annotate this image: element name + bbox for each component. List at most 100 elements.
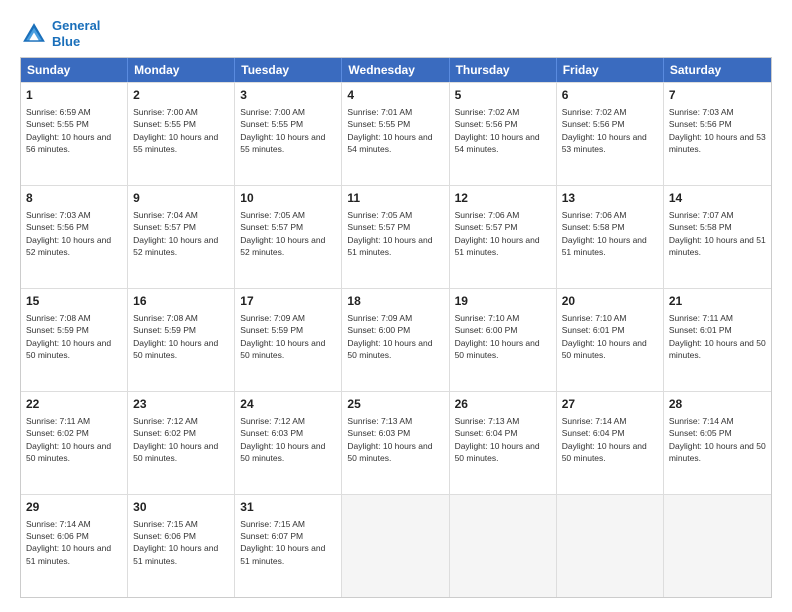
day-info: Sunrise: 7:14 AM Sunset: 6:05 PM Dayligh…	[669, 415, 766, 464]
calendar-cell: 1 Sunrise: 6:59 AM Sunset: 5:55 PM Daylig…	[21, 83, 128, 185]
day-info: Sunrise: 7:01 AM Sunset: 5:55 PM Dayligh…	[347, 106, 443, 155]
day-info: Sunrise: 7:02 AM Sunset: 5:56 PM Dayligh…	[455, 106, 551, 155]
day-number: 12	[455, 190, 551, 207]
calendar-week: 1 Sunrise: 6:59 AM Sunset: 5:55 PM Daylig…	[21, 82, 771, 185]
calendar-cell: 28Sunrise: 7:14 AM Sunset: 6:05 PM Dayli…	[664, 392, 771, 494]
day-number: 9	[133, 190, 229, 207]
calendar-cell: 6 Sunrise: 7:02 AM Sunset: 5:56 PM Daylig…	[557, 83, 664, 185]
day-info: Sunrise: 7:04 AM Sunset: 5:57 PM Dayligh…	[133, 209, 229, 258]
day-number: 18	[347, 293, 443, 310]
day-number: 7	[669, 87, 766, 104]
day-info: Sunrise: 7:13 AM Sunset: 6:03 PM Dayligh…	[347, 415, 443, 464]
calendar-cell: 3 Sunrise: 7:00 AM Sunset: 5:55 PM Daylig…	[235, 83, 342, 185]
calendar-cell: 30 Sunrise: 7:15 AM Sunset: 6:06 PM Dayli…	[128, 495, 235, 597]
calendar-cell: 19 Sunrise: 7:10 AM Sunset: 6:00 PM Dayli…	[450, 289, 557, 391]
calendar-cell: 9 Sunrise: 7:04 AM Sunset: 5:57 PM Daylig…	[128, 186, 235, 288]
calendar-cell: 12 Sunrise: 7:06 AM Sunset: 5:57 PM Dayli…	[450, 186, 557, 288]
day-number: 22	[26, 396, 122, 413]
day-number: 16	[133, 293, 229, 310]
calendar-header-day: Friday	[557, 58, 664, 82]
calendar-week: 22 Sunrise: 7:11 AM Sunset: 6:02 PM Dayli…	[21, 391, 771, 494]
day-info: Sunrise: 7:09 AM Sunset: 6:00 PM Dayligh…	[347, 312, 443, 361]
calendar-cell: 16Sunrise: 7:08 AM Sunset: 5:59 PM Dayli…	[128, 289, 235, 391]
day-number: 30	[133, 499, 229, 516]
logo-icon	[20, 20, 48, 48]
day-number: 2	[133, 87, 229, 104]
calendar-cell	[557, 495, 664, 597]
calendar-cell: 22 Sunrise: 7:11 AM Sunset: 6:02 PM Dayli…	[21, 392, 128, 494]
calendar-cell: 31Sunrise: 7:15 AM Sunset: 6:07 PM Dayli…	[235, 495, 342, 597]
calendar-cell: 14 Sunrise: 7:07 AM Sunset: 5:58 PM Dayli…	[664, 186, 771, 288]
day-number: 3	[240, 87, 336, 104]
day-info: Sunrise: 7:07 AM Sunset: 5:58 PM Dayligh…	[669, 209, 766, 258]
calendar-cell: 4 Sunrise: 7:01 AM Sunset: 5:55 PM Daylig…	[342, 83, 449, 185]
day-info: Sunrise: 7:12 AM Sunset: 6:02 PM Dayligh…	[133, 415, 229, 464]
calendar-cell: 26Sunrise: 7:13 AM Sunset: 6:04 PM Dayli…	[450, 392, 557, 494]
day-number: 21	[669, 293, 766, 310]
day-number: 19	[455, 293, 551, 310]
day-info: Sunrise: 7:14 AM Sunset: 6:04 PM Dayligh…	[562, 415, 658, 464]
day-info: Sunrise: 6:59 AM Sunset: 5:55 PM Dayligh…	[26, 106, 122, 155]
day-info: Sunrise: 7:15 AM Sunset: 6:06 PM Dayligh…	[133, 518, 229, 567]
day-info: Sunrise: 7:11 AM Sunset: 6:01 PM Dayligh…	[669, 312, 766, 361]
day-number: 15	[26, 293, 122, 310]
day-info: Sunrise: 7:05 AM Sunset: 5:57 PM Dayligh…	[240, 209, 336, 258]
day-number: 31	[240, 499, 336, 516]
calendar-header-day: Monday	[128, 58, 235, 82]
day-number: 25	[347, 396, 443, 413]
day-number: 14	[669, 190, 766, 207]
calendar-header-day: Thursday	[450, 58, 557, 82]
day-number: 17	[240, 293, 336, 310]
header: General Blue	[20, 18, 772, 49]
calendar-cell: 2 Sunrise: 7:00 AM Sunset: 5:55 PM Daylig…	[128, 83, 235, 185]
calendar-cell	[664, 495, 771, 597]
day-info: Sunrise: 7:12 AM Sunset: 6:03 PM Dayligh…	[240, 415, 336, 464]
day-number: 1	[26, 87, 122, 104]
day-info: Sunrise: 7:00 AM Sunset: 5:55 PM Dayligh…	[240, 106, 336, 155]
day-number: 20	[562, 293, 658, 310]
calendar-cell: 8 Sunrise: 7:03 AM Sunset: 5:56 PM Daylig…	[21, 186, 128, 288]
day-number: 5	[455, 87, 551, 104]
day-info: Sunrise: 7:11 AM Sunset: 6:02 PM Dayligh…	[26, 415, 122, 464]
calendar-cell: 29Sunrise: 7:14 AM Sunset: 6:06 PM Dayli…	[21, 495, 128, 597]
day-info: Sunrise: 7:06 AM Sunset: 5:58 PM Dayligh…	[562, 209, 658, 258]
day-number: 6	[562, 87, 658, 104]
calendar-header-day: Tuesday	[235, 58, 342, 82]
day-info: Sunrise: 7:03 AM Sunset: 5:56 PM Dayligh…	[669, 106, 766, 155]
calendar-cell: 10 Sunrise: 7:05 AM Sunset: 5:57 PM Dayli…	[235, 186, 342, 288]
calendar-cell	[342, 495, 449, 597]
calendar-week: 15Sunrise: 7:08 AM Sunset: 5:59 PM Dayli…	[21, 288, 771, 391]
day-info: Sunrise: 7:10 AM Sunset: 6:01 PM Dayligh…	[562, 312, 658, 361]
day-info: Sunrise: 7:02 AM Sunset: 5:56 PM Dayligh…	[562, 106, 658, 155]
day-info: Sunrise: 7:10 AM Sunset: 6:00 PM Dayligh…	[455, 312, 551, 361]
day-info: Sunrise: 7:03 AM Sunset: 5:56 PM Dayligh…	[26, 209, 122, 258]
day-info: Sunrise: 7:06 AM Sunset: 5:57 PM Dayligh…	[455, 209, 551, 258]
calendar-header-day: Wednesday	[342, 58, 449, 82]
day-number: 26	[455, 396, 551, 413]
calendar-cell: 23Sunrise: 7:12 AM Sunset: 6:02 PM Dayli…	[128, 392, 235, 494]
day-number: 8	[26, 190, 122, 207]
day-info: Sunrise: 7:14 AM Sunset: 6:06 PM Dayligh…	[26, 518, 122, 567]
day-number: 13	[562, 190, 658, 207]
day-number: 4	[347, 87, 443, 104]
calendar-cell: 25 Sunrise: 7:13 AM Sunset: 6:03 PM Dayli…	[342, 392, 449, 494]
page: General Blue SundayMondayTuesdayWednesda…	[0, 0, 792, 612]
day-number: 27	[562, 396, 658, 413]
day-number: 11	[347, 190, 443, 207]
day-number: 24	[240, 396, 336, 413]
calendar-cell	[450, 495, 557, 597]
day-info: Sunrise: 7:00 AM Sunset: 5:55 PM Dayligh…	[133, 106, 229, 155]
calendar-cell: 7 Sunrise: 7:03 AM Sunset: 5:56 PM Daylig…	[664, 83, 771, 185]
calendar: SundayMondayTuesdayWednesdayThursdayFrid…	[20, 57, 772, 598]
calendar-cell: 17Sunrise: 7:09 AM Sunset: 5:59 PM Dayli…	[235, 289, 342, 391]
day-info: Sunrise: 7:05 AM Sunset: 5:57 PM Dayligh…	[347, 209, 443, 258]
calendar-cell: 13 Sunrise: 7:06 AM Sunset: 5:58 PM Dayli…	[557, 186, 664, 288]
calendar-week: 8 Sunrise: 7:03 AM Sunset: 5:56 PM Daylig…	[21, 185, 771, 288]
calendar-cell: 18 Sunrise: 7:09 AM Sunset: 6:00 PM Dayli…	[342, 289, 449, 391]
calendar-cell: 15Sunrise: 7:08 AM Sunset: 5:59 PM Dayli…	[21, 289, 128, 391]
logo-text: General Blue	[52, 18, 100, 49]
calendar-cell: 11 Sunrise: 7:05 AM Sunset: 5:57 PM Dayli…	[342, 186, 449, 288]
day-number: 10	[240, 190, 336, 207]
calendar-header: SundayMondayTuesdayWednesdayThursdayFrid…	[21, 58, 771, 82]
calendar-cell: 20 Sunrise: 7:10 AM Sunset: 6:01 PM Dayli…	[557, 289, 664, 391]
